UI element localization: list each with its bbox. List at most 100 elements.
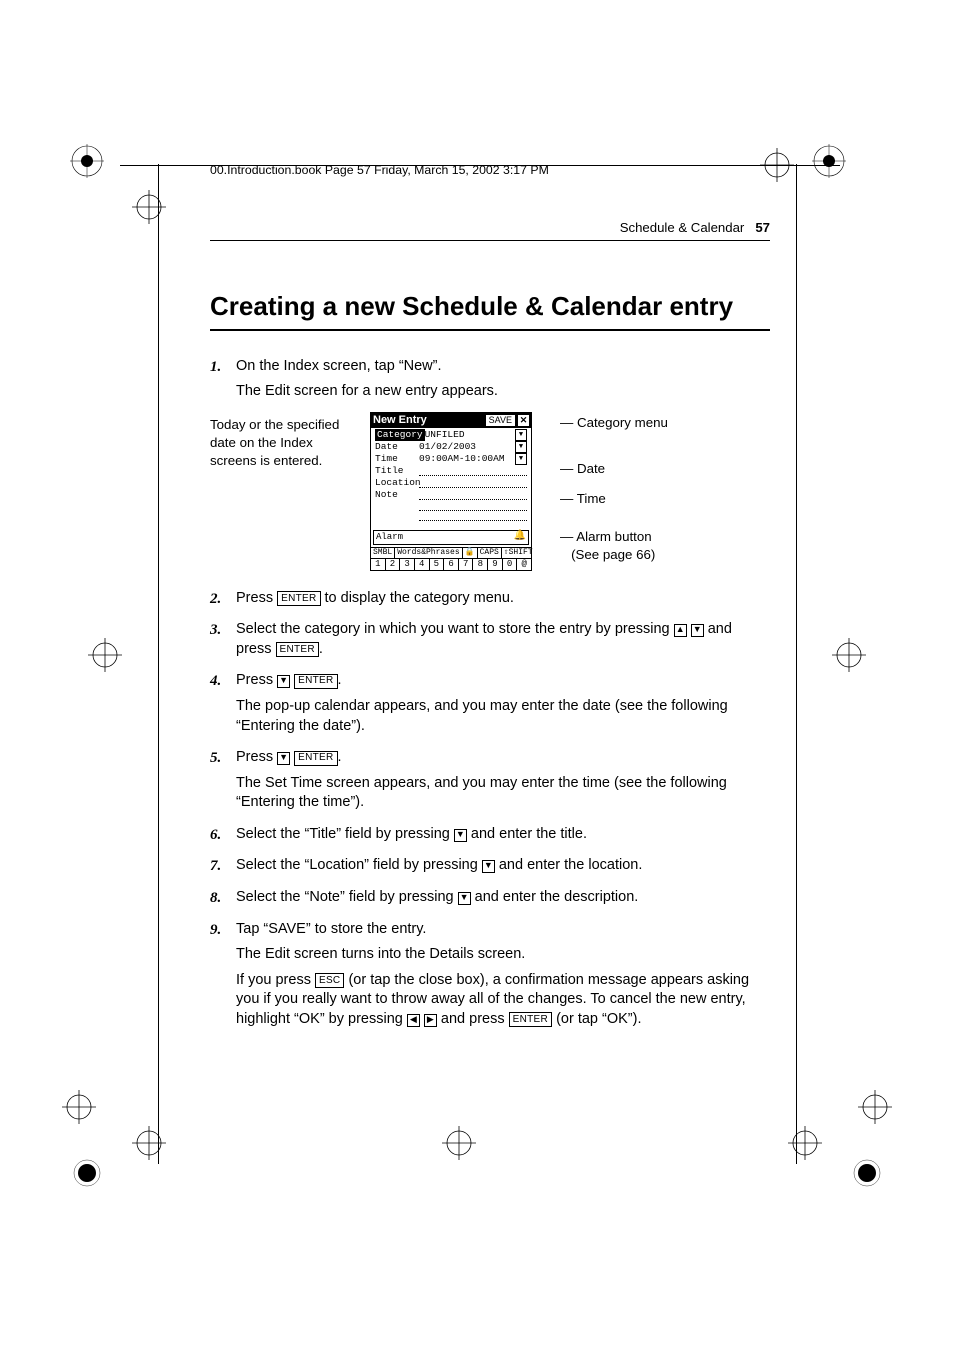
step-item: 6.Select the “Title” field by pressing ▼… [210, 825, 770, 845]
numkey: 0 [503, 559, 518, 570]
down-arrow-icon: ▼ [482, 860, 495, 873]
softkey-shift[interactable]: ⇧SHIFT [502, 548, 535, 558]
date-label: Date [375, 441, 419, 453]
registration-mark-icon [132, 190, 166, 224]
softkey-words[interactable]: Words&Phrases [395, 548, 462, 558]
numkey: 1 [371, 559, 386, 570]
keycap-enter: ENTER [277, 591, 320, 606]
step-text: Press ▼ ENTER. [236, 671, 770, 691]
section-name: Schedule & Calendar [620, 220, 745, 235]
down-arrow-icon: ▼ [277, 752, 290, 765]
numkey: 6 [444, 559, 459, 570]
step-text: If you press ESC (or tap the close box),… [236, 971, 770, 1030]
crop-line [796, 164, 798, 1164]
callout-time: — Time [560, 490, 606, 508]
note-field-line3[interactable] [419, 511, 527, 521]
down-arrow-icon: ▼ [454, 829, 467, 842]
callout-date: — Date [560, 460, 605, 478]
step-item: 8. Select the “Note” field by pressing ▼ … [210, 888, 770, 908]
time-value: 09:00AM-10:00AM [419, 453, 513, 465]
step-text: Select the “Note” field by pressing ▼ an… [236, 888, 770, 908]
crop-line [158, 164, 160, 1164]
step-item: 7. Select the “Location” field by pressin… [210, 856, 770, 876]
location-field[interactable] [419, 478, 527, 488]
step-number: 8. [210, 888, 221, 908]
running-header: Schedule & Calendar 57 [210, 219, 770, 237]
note-field-line2[interactable] [419, 501, 527, 511]
date-value: 01/02/2003 [419, 441, 513, 453]
registration-mark-icon [442, 1126, 476, 1160]
step-number: 1. [210, 357, 221, 377]
registration-mark-icon [832, 638, 866, 672]
numkey: 2 [386, 559, 401, 570]
registration-mark-icon [132, 1126, 166, 1160]
softkey-row: SMBLWords&Phrases🔒CAPS⇧SHIFT [371, 547, 531, 558]
numkey: 4 [415, 559, 430, 570]
step-item: 9. Tap “SAVE” to store the entry. The Edit… [210, 920, 770, 1030]
step-text: The Edit screen turns into the Details s… [236, 945, 770, 965]
dropdown-icon[interactable]: ▼ [515, 453, 527, 465]
numkey: 9 [488, 559, 503, 570]
step-text: Tap “SAVE” to store the entry. [236, 920, 770, 940]
step-number: 5. [210, 748, 221, 768]
step-item: 3.Select the category in which you want … [210, 620, 770, 659]
title-field[interactable] [419, 466, 527, 476]
softkey-smbl[interactable]: SMBL [371, 548, 395, 558]
step-text: Press ▼ ENTER. [236, 748, 770, 768]
numkey: 7 [459, 559, 474, 570]
numkey: 8 [473, 559, 488, 570]
step-text: The pop-up calendar appears, and you may… [236, 697, 770, 736]
category-label: Category [375, 429, 425, 441]
numkey: 5 [430, 559, 445, 570]
device-screenshot: New Entry SAVE✕ Category UNFILED▼ Date01/02… [370, 412, 532, 571]
save-button[interactable]: SAVE [486, 415, 515, 426]
number-row: 1234567890@ [371, 558, 531, 570]
alarm-row[interactable]: Alarm🔔 [373, 530, 529, 545]
category-value: UNFILED [425, 429, 513, 441]
header-rule [210, 240, 770, 241]
title-rule [210, 329, 770, 331]
keycap-enter: ENTER [294, 674, 337, 689]
steps-list: 1. On the Index screen, tap “New”. The Edi… [210, 357, 770, 1030]
down-arrow-icon: ▼ [691, 624, 704, 637]
right-arrow-icon: ▶ [424, 1014, 437, 1027]
note-label: Note [375, 489, 419, 501]
screen-title: New Entry [373, 414, 427, 428]
step-text: Press ENTER to display the category menu… [236, 589, 770, 609]
softkey-lock-icon[interactable]: 🔒 [463, 548, 478, 558]
step-text: The Edit screen for a new entry appears. [236, 382, 770, 402]
title-label: Title [375, 465, 419, 477]
step-item: 5.Press ▼ ENTER.The Set Time screen appe… [210, 748, 770, 813]
figure-left-caption: Today or the specified date on the Index… [210, 412, 360, 470]
step-number: 9. [210, 920, 221, 940]
numkey: 3 [400, 559, 415, 570]
down-arrow-icon: ▼ [277, 675, 290, 688]
close-icon[interactable]: ✕ [518, 415, 529, 426]
keycap-enter: ENTER [509, 1012, 552, 1027]
callout-alarm: — Alarm button (See page 66) [560, 528, 655, 564]
location-label: Location [375, 477, 419, 489]
file-header: 00.Introduction.book Page 57 Friday, Mar… [210, 162, 770, 179]
step-number: 3. [210, 620, 221, 640]
registration-mark-icon [88, 638, 122, 672]
dropdown-icon[interactable]: ▼ [515, 429, 527, 441]
note-field[interactable] [419, 490, 527, 500]
callout-category: — Category menu [560, 414, 668, 432]
corner-ornament-icon [70, 1156, 104, 1190]
page-title: Creating a new Schedule & Calendar entry [210, 289, 770, 324]
numkey: @ [517, 559, 531, 570]
registration-mark-icon [812, 144, 846, 178]
step-text: Select the “Title” field by pressing ▼ a… [236, 825, 770, 845]
up-arrow-icon: ▲ [674, 624, 687, 637]
dropdown-icon[interactable]: ▼ [515, 441, 527, 453]
step-number: 2. [210, 589, 221, 609]
step-item: 2. Press ENTER to display the category me… [210, 589, 770, 609]
keycap-enter: ENTER [276, 642, 319, 657]
step-item: 1. On the Index screen, tap “New”. The Edi… [210, 357, 770, 571]
step-text: Select the “Location” field by pressing … [236, 856, 770, 876]
step-number: 7. [210, 856, 221, 876]
registration-mark-icon [70, 144, 104, 178]
softkey-caps[interactable]: CAPS [478, 548, 502, 558]
step-text: On the Index screen, tap “New”. [236, 357, 770, 377]
time-label: Time [375, 453, 419, 465]
